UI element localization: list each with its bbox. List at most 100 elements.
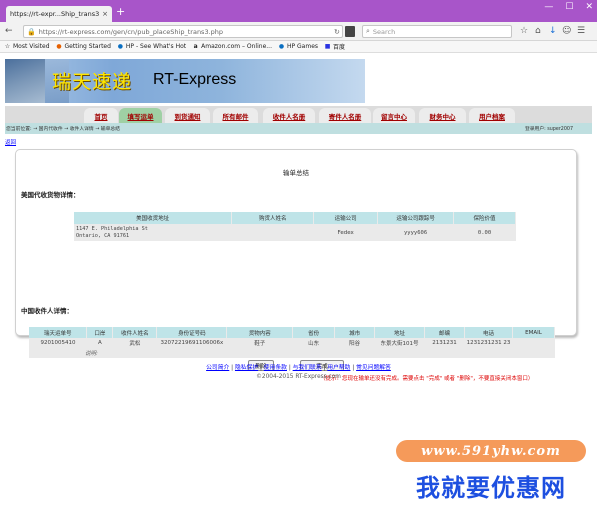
tab-arrival-notice[interactable]: 到货通知	[165, 108, 210, 123]
baidu-icon: ■	[324, 43, 331, 50]
browser-tab-strip: https://rt-expr...Ship_trans3.php × + — …	[0, 0, 597, 22]
footer-link-faq[interactable]: 常见问题解答	[356, 365, 391, 371]
hp-icon: ●	[117, 43, 124, 50]
current-user: 登录用户: super2007	[524, 127, 573, 132]
bookmarks-bar: ☆ Most Visited ● Getting Started ● HP - See…	[0, 41, 597, 53]
table-row: 说明:	[29, 348, 555, 358]
tab-message-center[interactable]: 留言中心	[373, 108, 415, 123]
reload-icon[interactable]: ↻	[334, 28, 342, 36]
close-tab-icon[interactable]: ×	[102, 10, 108, 18]
minimize-icon[interactable]: —	[544, 2, 553, 12]
search-icon: ⌕	[366, 27, 370, 35]
table-header: 邮编	[424, 327, 465, 338]
city: 阳谷	[334, 338, 375, 348]
table-header: 保险价值	[453, 212, 516, 224]
smiley-icon[interactable]: ☺	[562, 26, 571, 37]
province: 山东	[292, 338, 335, 348]
maximize-icon[interactable]: ☐	[565, 2, 573, 12]
footer-link-help[interactable]: 用户帮助	[327, 365, 350, 371]
carrier: Fedex	[313, 224, 378, 241]
new-tab-button[interactable]: +	[116, 6, 125, 18]
bookmark-getting-started[interactable]: ● Getting Started	[56, 43, 111, 50]
star-icon: ☆	[4, 43, 11, 50]
table-header: 地址	[374, 327, 426, 338]
goods-content: 鞋子	[226, 338, 293, 348]
table-header: 运输公司跟踪号	[377, 212, 455, 224]
tab-sender-list[interactable]: 寄件人名册	[319, 108, 371, 123]
footer-link-terms[interactable]: 使用条款	[264, 365, 287, 371]
waybill-number: 9201005410	[29, 338, 87, 348]
browser-tab-title: https://rt-expr...Ship_trans3.php	[10, 10, 100, 18]
tab-fill-waybill[interactable]: 填写运单	[119, 108, 162, 123]
bookmark-most-visited[interactable]: ☆ Most Visited	[4, 43, 50, 50]
url-text: https://rt-express.com/gen/cn/pub_placeS…	[38, 27, 224, 36]
back-link[interactable]: 返回	[5, 138, 16, 146]
us-goods-table: 美国收货地址 购货人姓名 运输公司 运输公司跟踪号 保险价值 1147 E. P…	[74, 212, 516, 241]
browser-toolbar: ← 🔒 https://rt-express.com/gen/cn/pub_pl…	[0, 22, 597, 41]
home-icon[interactable]: ⌂	[535, 26, 541, 37]
table-row: 9201005410 A 武松 32072219691106006x 鞋子 山东…	[29, 338, 555, 348]
star-icon[interactable]: ☆	[520, 26, 528, 37]
table-row: 1147 E. Philadelphia St Ontario, CA 9176…	[74, 224, 516, 241]
site-nav-tabs: 首页 填写运单 到货通知 所有邮件 收件人名册 寄件人名册 留言中心 财务中心 …	[5, 106, 592, 123]
phone: 1231231231 23	[464, 338, 513, 348]
recipient-name: 武松	[112, 338, 157, 348]
download-icon[interactable]: ↓	[549, 26, 557, 37]
url-bar[interactable]: 🔒 https://rt-express.com/gen/cn/pub_plac…	[23, 25, 343, 38]
tab-home[interactable]: 首页	[84, 108, 118, 123]
reader-view-icon[interactable]	[345, 26, 355, 37]
summary-panel: 输单总结 美国代收货物详情： 美国收货地址 购货人姓名 运输公司 运输公司跟踪号…	[15, 149, 577, 382]
bookmark-baidu[interactable]: ■ 百度	[324, 42, 345, 51]
email	[512, 338, 555, 348]
table-header: 购货人姓名	[231, 212, 315, 224]
footer-link-contact[interactable]: 与我们联系	[293, 365, 322, 371]
menu-icon[interactable]: ☰	[577, 26, 585, 37]
cn-recipient-table: 瑞天运单号 口岸 收件人姓名 身份证号码 货物内容 省份 城市 地址 邮编 电话…	[29, 327, 556, 358]
table-header: 身份证号码	[156, 327, 228, 338]
bookmark-amazon[interactable]: a Amazon.com – Online...	[192, 43, 272, 50]
hp-games-icon: ●	[278, 43, 285, 50]
tab-all-mail[interactable]: 所有邮件	[213, 108, 258, 123]
banner-chinese-title: 瑞天速递	[52, 71, 133, 93]
lock-icon: 🔒	[27, 27, 36, 36]
site-footer: 公司简介 | 隐私保护 | 使用条款 | 与我们联系 | 用户帮助 | 常见问题…	[0, 362, 597, 380]
table-header: 电话	[464, 327, 513, 338]
bookmark-hp-games[interactable]: ● HP Games	[278, 43, 318, 50]
port: A	[86, 338, 113, 348]
table-header: 货物内容	[226, 327, 294, 338]
address: 东景大街101号	[374, 338, 425, 348]
bookmark-hp[interactable]: ● HP - See What's Hot	[117, 43, 186, 50]
table-header: 城市	[334, 327, 376, 338]
tab-finance-center[interactable]: 财务中心	[419, 108, 466, 123]
firefox-icon: ●	[56, 43, 62, 50]
watermark: www.591yhw.com 我就要优惠网	[396, 438, 586, 502]
breadcrumb: 您当前位置: → 国内代收件 → 收件人详情 → 输单总结	[6, 127, 120, 132]
amazon-icon: a	[193, 43, 198, 50]
watermark-text: 我就要优惠网	[416, 474, 566, 502]
cn-section-label: 中国收件人详情：	[21, 307, 73, 315]
tab-user-profile[interactable]: 用户档案	[469, 108, 515, 123]
table-header: 口岸	[86, 327, 114, 338]
id-number: 32072219691106006x	[156, 338, 227, 348]
close-window-icon[interactable]: ✕	[585, 2, 593, 12]
copyright: ©2004-2015 RT-Express.com	[256, 374, 341, 380]
search-input[interactable]: Search	[373, 28, 395, 36]
window-controls: — ☐ ✕	[544, 2, 593, 12]
note-label: 说明:	[29, 348, 555, 358]
search-bar[interactable]: ⌕ Search	[362, 25, 512, 38]
banner-image	[5, 59, 45, 103]
insured-value: 0.00	[453, 224, 516, 241]
tab-recipient-list[interactable]: 收件人名册	[263, 108, 315, 123]
footer-link-privacy[interactable]: 隐私保护	[235, 365, 258, 371]
footer-link-about[interactable]: 公司简介	[206, 365, 229, 371]
us-section-label: 美国代收货物详情：	[21, 191, 80, 199]
watermark-url: www.591yhw.com	[396, 440, 586, 462]
table-header: 省份	[292, 327, 336, 338]
postcode: 2131231	[424, 338, 465, 348]
back-arrow-icon[interactable]: ←	[5, 25, 13, 37]
tracking-number: yyyy606	[377, 224, 454, 241]
browser-tab[interactable]: https://rt-expr...Ship_trans3.php ×	[6, 6, 112, 22]
table-header: 运输公司	[313, 212, 379, 224]
buyer-name	[231, 224, 314, 241]
site-banner: 瑞天速递 RT-Express	[5, 59, 365, 103]
